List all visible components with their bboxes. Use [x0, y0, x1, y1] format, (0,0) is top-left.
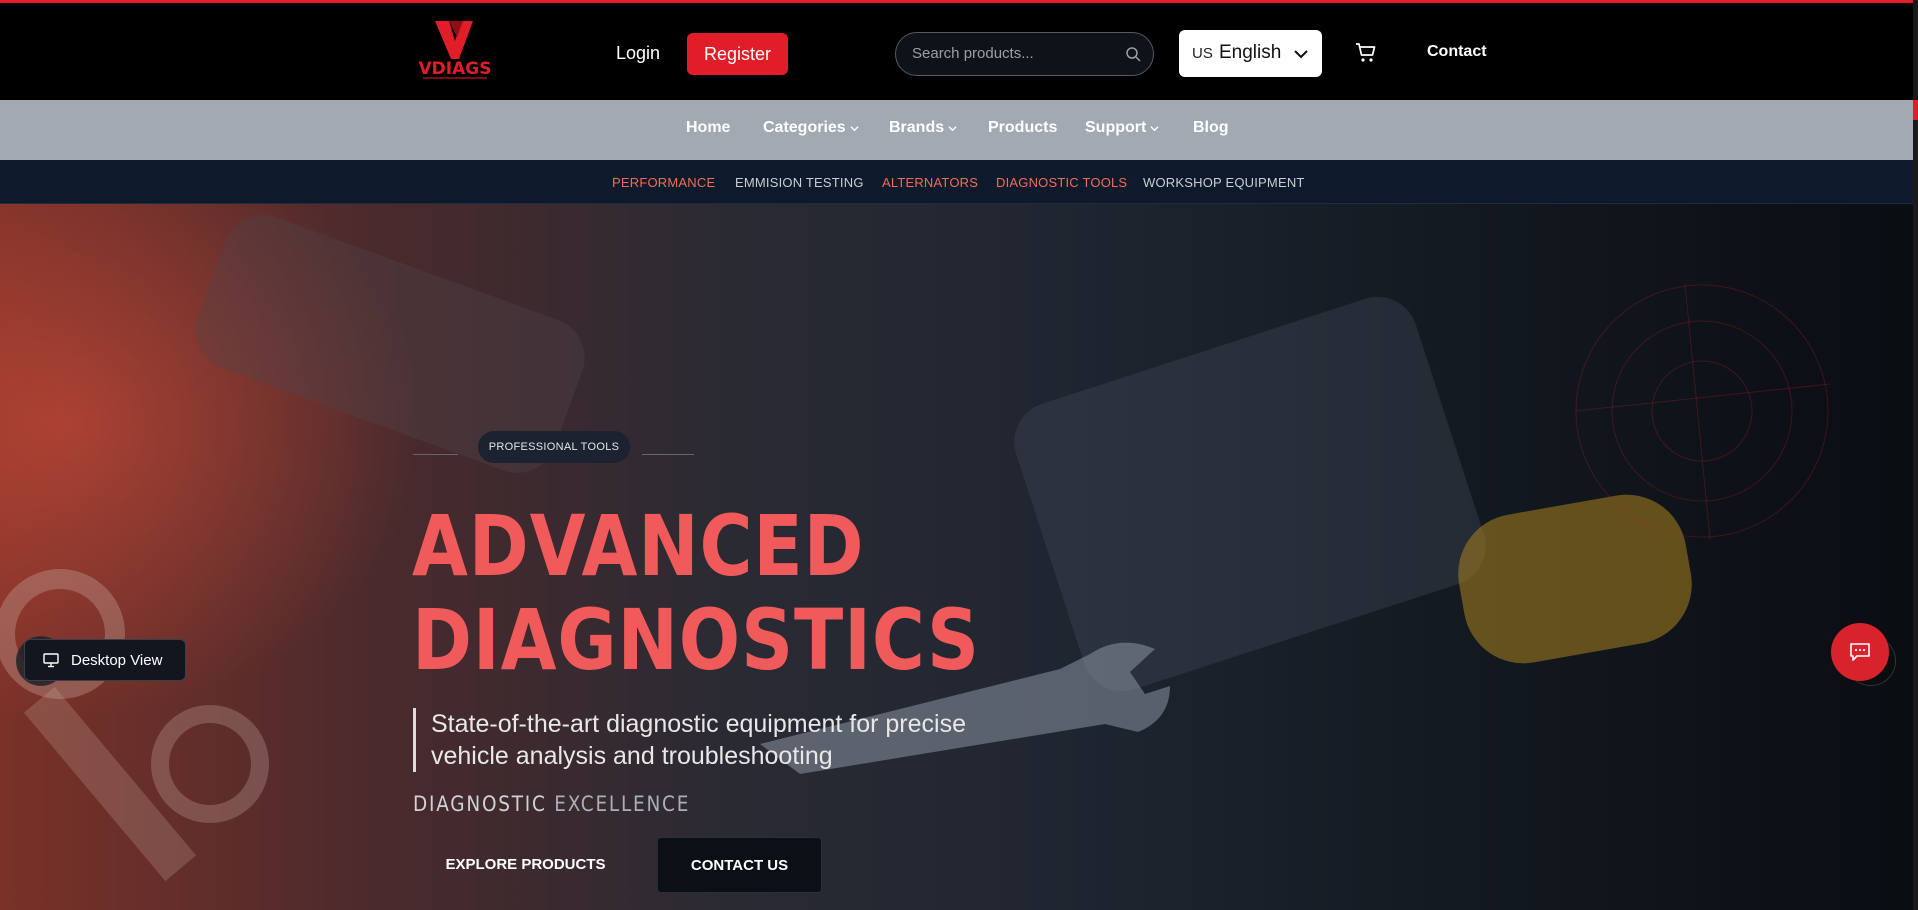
badge-divider-right — [642, 454, 694, 455]
background-spanner-icon — [0, 569, 269, 882]
category-link-emmision-testing[interactable]: EMMISION TESTING — [735, 175, 864, 190]
explore-products-button[interactable]: EXPLORE PRODUCTS — [413, 838, 638, 892]
nav-item-support[interactable]: Support — [1085, 119, 1159, 137]
search-input[interactable] — [912, 33, 1112, 74]
nav-item-products[interactable]: Products — [988, 119, 1057, 137]
language-selector[interactable]: US English — [1179, 30, 1322, 77]
nav-item-categories[interactable]: Categories — [763, 119, 859, 137]
nav-item-label: Home — [686, 119, 731, 136]
chevron-down-icon — [1294, 50, 1308, 59]
chevron-down-icon — [850, 125, 859, 131]
tagline-dim: EXCELLENCE — [554, 792, 691, 816]
chat-button[interactable] — [1831, 623, 1889, 681]
scrollbar-thumb[interactable] — [1913, 100, 1918, 120]
logo-text: VDIAGS — [418, 59, 492, 79]
login-link[interactable]: Login — [604, 33, 672, 73]
nav-item-label: Categories — [763, 119, 846, 136]
hero-headline-line2: DIAGNOSTICS — [412, 591, 980, 689]
desktop-view-toggle[interactable]: Desktop View — [24, 639, 186, 681]
contact-us-button[interactable]: CONTACT US — [657, 837, 822, 893]
category-link-diagnostic-tools[interactable]: DIAGNOSTIC TOOLS — [996, 175, 1127, 190]
category-strip: PERFORMANCE EMMISION TESTING ALTERNATORS… — [0, 160, 1913, 204]
decorative-radar-icon — [1575, 284, 1830, 539]
category-link-alternators[interactable]: ALTERNATORS — [882, 175, 978, 190]
nav-item-brands[interactable]: Brands — [889, 119, 957, 137]
nav-item-home[interactable]: Home — [686, 119, 730, 137]
hero-headline-line1: ADVANCED — [412, 497, 865, 595]
main-nav: Home Categories Brands Products Support … — [0, 100, 1913, 160]
hero-slider: PROFESSIONAL TOOLS ADVANCED DIAGNOSTICS … — [0, 204, 1913, 910]
nav-item-label: Blog — [1193, 119, 1229, 136]
chevron-down-icon — [948, 125, 957, 131]
flag-icon: US — [1192, 45, 1213, 62]
contact-link[interactable]: Contact — [1427, 43, 1487, 61]
search-box — [895, 32, 1154, 76]
nav-item-label: Products — [988, 119, 1058, 136]
brand-logo[interactable]: VDIAGS — [415, 19, 495, 83]
hero-tagline: DIAGNOSTIC EXCELLENCE — [413, 792, 690, 816]
hero-badge: PROFESSIONAL TOOLS — [478, 431, 630, 463]
chevron-down-icon — [1150, 125, 1159, 131]
nav-item-blog[interactable]: Blog — [1193, 119, 1229, 137]
category-link-performance[interactable]: PERFORMANCE — [612, 175, 715, 190]
badge-divider-left — [413, 454, 458, 455]
language-label: English — [1219, 42, 1282, 63]
monitor-icon — [43, 653, 59, 668]
search-icon[interactable] — [1125, 46, 1141, 62]
subtitle-accent-bar — [413, 708, 416, 772]
register-button[interactable]: Register — [687, 33, 788, 75]
logo-underline — [423, 77, 487, 79]
hero-headline: ADVANCED DIAGNOSTICS — [412, 499, 980, 687]
desktop-view-label: Desktop View — [71, 652, 163, 669]
logo-mark-icon — [435, 21, 473, 59]
cart-icon[interactable] — [1354, 41, 1378, 65]
tagline-main: DIAGNOSTIC — [413, 792, 555, 816]
chat-icon — [1850, 643, 1870, 661]
category-link-workshop-equipment[interactable]: WORKSHOP EQUIPMENT — [1143, 175, 1305, 190]
nav-item-label: Brands — [889, 119, 945, 136]
hero-subtitle: State-of-the-art diagnostic equipment fo… — [431, 710, 966, 770]
top-header: VDIAGS Login Register US English Contact — [0, 0, 1918, 100]
page-scrollbar[interactable] — [1913, 0, 1918, 910]
nav-item-label: Support — [1085, 119, 1147, 136]
